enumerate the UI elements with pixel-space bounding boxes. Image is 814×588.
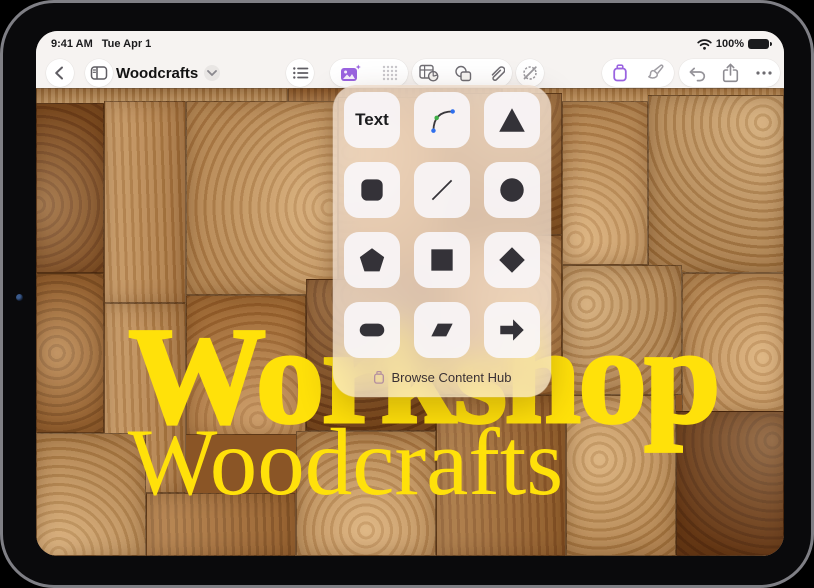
content-hub-small-icon (373, 370, 385, 385)
wifi-icon (697, 39, 712, 50)
wood-block (104, 101, 186, 303)
shape-diamond-button[interactable] (484, 232, 540, 288)
shape-pentagon-button[interactable] (344, 232, 400, 288)
triangle-icon (496, 104, 528, 136)
attachment-button[interactable] (487, 64, 505, 82)
shape-square-button[interactable] (414, 232, 470, 288)
browse-content-hub-label: Browse Content Hub (392, 370, 512, 385)
wood-block (186, 101, 338, 295)
shape-arrow-right-button[interactable] (484, 302, 540, 358)
paperclip-icon (487, 64, 505, 82)
screen: Workshop Woodcrafts 9:41 AM Tue Apr 1 10… (36, 31, 784, 556)
diamond-icon (496, 244, 528, 276)
sidebar-toggle-button[interactable] (85, 59, 113, 87)
front-camera (16, 294, 23, 301)
parallelogram-icon (426, 314, 458, 346)
insert-shapes-popup: Text (333, 85, 551, 397)
shapes-icon (454, 65, 472, 82)
shape-grid: Text (333, 85, 551, 358)
shape-triangle-button[interactable] (484, 92, 540, 148)
shape-parallelogram-button[interactable] (414, 302, 470, 358)
apps-grid-icon (382, 65, 398, 81)
wood-block (562, 101, 648, 265)
shape-text-button[interactable]: Text (344, 92, 400, 148)
view-options-button[interactable] (286, 59, 314, 87)
pentagon-icon (356, 244, 388, 276)
status-date: Tue Apr 1 (102, 38, 152, 50)
share-icon (722, 63, 739, 83)
bullet-list-icon (292, 65, 309, 81)
battery-percent: 100% (716, 38, 744, 50)
document-title: Woodcrafts (116, 65, 198, 82)
undo-button[interactable] (687, 65, 706, 82)
shape-line-button[interactable] (414, 162, 470, 218)
square-icon (426, 244, 458, 276)
shape-rounded-square-button[interactable] (344, 162, 400, 218)
format-group (602, 59, 674, 87)
wood-block (36, 273, 104, 433)
scribble-pen-icon (521, 64, 539, 82)
share-button[interactable] (722, 63, 739, 83)
curve-icon (426, 104, 458, 136)
actions-group (679, 59, 780, 87)
document-title-menu[interactable]: Woodcrafts (116, 59, 220, 87)
media-button[interactable] (340, 64, 362, 83)
battery-icon (748, 39, 769, 49)
status-time: 9:41 AM (51, 38, 93, 50)
more-button[interactable] (756, 71, 772, 75)
format-brush-button[interactable] (647, 64, 665, 82)
shape-circle-button[interactable] (484, 162, 540, 218)
insert-group-2 (412, 59, 512, 87)
table-chart-button[interactable] (419, 64, 439, 82)
circle-icon (496, 174, 528, 206)
wood-block (648, 95, 784, 273)
apps-grid-button[interactable] (382, 65, 398, 81)
sidebar-icon (90, 65, 108, 81)
wood-block (36, 103, 104, 273)
arrow-right-icon (496, 314, 528, 346)
line-icon (426, 174, 458, 206)
shape-curve-button[interactable] (414, 92, 470, 148)
browse-content-hub-button[interactable]: Browse Content Hub (333, 358, 551, 397)
shape-capsule-button[interactable] (344, 302, 400, 358)
table-chart-icon (419, 64, 439, 82)
content-hub-icon (612, 64, 628, 82)
capsule-icon (356, 314, 388, 346)
ellipsis-icon (756, 71, 772, 75)
draw-button[interactable] (516, 59, 544, 87)
chevron-down-icon (204, 65, 220, 81)
chevron-left-icon (51, 64, 69, 82)
canvas-subheadline[interactable]: Woodcrafts (118, 415, 573, 510)
insert-group-1 (330, 59, 408, 87)
ipad-device-frame: Workshop Woodcrafts 9:41 AM Tue Apr 1 10… (0, 0, 814, 588)
status-bar: 9:41 AM Tue Apr 1 100% (36, 34, 784, 54)
content-hub-button[interactable] (612, 64, 628, 82)
shapes-button[interactable] (454, 65, 472, 82)
paintbrush-icon (647, 64, 665, 82)
photo-sparkle-icon (340, 64, 362, 83)
back-button[interactable] (46, 59, 74, 87)
text-tool-label: Text (355, 110, 389, 130)
rounded-square-icon (356, 174, 388, 206)
undo-icon (687, 65, 706, 82)
